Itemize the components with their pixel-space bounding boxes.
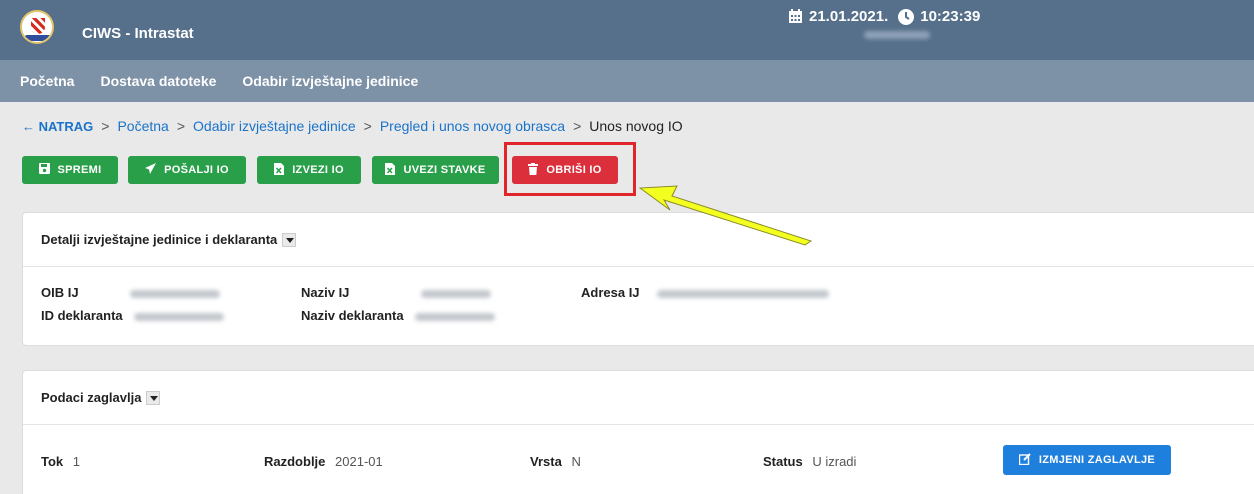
top-bar: CIWS - Intrastat 21.01.2021. 10:23:39 xyxy=(0,0,1254,60)
header-data-card-header[interactable]: Podaci zaglavlja xyxy=(23,371,1254,425)
back-link[interactable]: ← NATRAG xyxy=(22,119,93,134)
nav-item-odabir-ij[interactable]: Odabir izvještajne jedinice xyxy=(242,73,418,89)
details-card: Detalji izvještajne jedinice i deklarant… xyxy=(22,212,1254,346)
details-card-title: Detalji izvještajne jedinice i deklarant… xyxy=(41,232,278,247)
send-io-button[interactable]: POŠALJI IO xyxy=(128,156,246,184)
floppy-disk-icon xyxy=(38,163,50,177)
current-time: 10:23:39 xyxy=(920,8,981,25)
naziv-deklaranta-field: Naziv deklaranta xyxy=(301,308,496,323)
date-time: 21.01.2021. 10:23:39 xyxy=(788,8,980,25)
tok-label: Tok xyxy=(41,454,64,469)
naziv-ij-field: Naziv IJ xyxy=(301,285,492,300)
edit-header-button[interactable]: IZMJENI ZAGLAVLJE xyxy=(1003,445,1171,475)
import-items-label: UVEZI STAVKE xyxy=(403,164,486,176)
main-nav: Početna Dostava datoteke Odabir izvješta… xyxy=(0,60,1254,102)
vrsta-field: Vrsta N xyxy=(530,454,581,469)
clock-icon xyxy=(898,8,915,25)
save-label: SPREMI xyxy=(57,164,102,176)
breadcrumb-separator: > xyxy=(363,118,372,134)
paper-plane-icon xyxy=(145,163,157,177)
nav-item-pocetna[interactable]: Početna xyxy=(20,73,74,89)
caret-down-icon[interactable] xyxy=(146,390,161,405)
tok-value: 1 xyxy=(72,454,81,469)
edit-header-label: IZMJENI ZAGLAVLJE xyxy=(1038,454,1156,466)
current-date: 21.01.2021. xyxy=(809,8,889,25)
excel-file-icon xyxy=(385,162,396,178)
vrsta-value: N xyxy=(571,454,581,469)
adresa-ij-label: Adresa IJ xyxy=(581,285,640,300)
oib-field: OIB IJ xyxy=(41,285,221,300)
details-card-header[interactable]: Detalji izvještajne jedinice i deklarant… xyxy=(23,213,1254,267)
save-button[interactable]: SPREMI xyxy=(22,156,118,184)
id-deklaranta-value-redacted xyxy=(134,312,225,321)
app-title: CIWS - Intrastat xyxy=(82,25,194,42)
adresa-ij-value-redacted xyxy=(657,289,830,298)
highlight-box xyxy=(504,142,636,196)
status-label: Status xyxy=(763,454,803,469)
id-deklaranta-label: ID deklaranta xyxy=(41,308,123,323)
status-value: U izradi xyxy=(812,454,857,469)
breadcrumb-pocetna[interactable]: Početna xyxy=(117,118,168,134)
coat-of-arms-icon xyxy=(31,18,45,34)
breadcrumb-separator: > xyxy=(573,118,582,134)
naziv-ij-label: Naziv IJ xyxy=(301,285,350,300)
razdoblje-field: Razdoblje 2021-01 xyxy=(264,454,383,469)
id-deklaranta-field: ID deklaranta xyxy=(41,308,225,323)
header-data-card: Podaci zaglavlja Tok 1 Razdoblje 2021-01… xyxy=(22,370,1254,494)
breadcrumb-separator: > xyxy=(176,118,186,134)
vrsta-label: Vrsta xyxy=(530,454,562,469)
razdoblje-label: Razdoblje xyxy=(264,454,326,469)
calendar-icon xyxy=(788,9,803,24)
header-data-card-title: Podaci zaglavlja xyxy=(41,390,142,405)
breadcrumb-pregled[interactable]: Pregled i unos novog obrasca xyxy=(380,118,565,134)
export-io-button[interactable]: IZVEZI IO xyxy=(257,156,361,184)
oib-label: OIB IJ xyxy=(41,285,79,300)
import-items-button[interactable]: UVEZI STAVKE xyxy=(372,156,499,184)
croatian-customs-logo xyxy=(20,10,54,44)
naziv-ij-value-redacted xyxy=(421,289,492,298)
naziv-deklaranta-value-redacted xyxy=(415,312,496,321)
status-field: Status U izradi xyxy=(763,454,856,469)
caret-down-icon[interactable] xyxy=(282,232,297,247)
naziv-deklaranta-label: Naziv deklaranta xyxy=(301,308,404,323)
excel-file-icon xyxy=(274,162,285,178)
breadcrumb-separator: > xyxy=(101,118,110,134)
edit-icon xyxy=(1018,452,1031,468)
breadcrumb-current: Unos novog IO xyxy=(589,118,683,134)
oib-value-redacted xyxy=(130,289,221,298)
send-io-label: POŠALJI IO xyxy=(164,164,229,176)
razdoblje-value: 2021-01 xyxy=(335,454,383,469)
breadcrumb: ← NATRAG > Početna > Odabir izvještajne … xyxy=(22,118,683,134)
export-io-label: IZVEZI IO xyxy=(292,164,344,176)
tok-field: Tok 1 xyxy=(41,454,80,469)
logo-ribbon xyxy=(25,35,51,41)
adresa-ij-field: Adresa IJ xyxy=(581,285,830,300)
blurred-user-name xyxy=(864,31,930,39)
nav-item-dostava-datoteke[interactable]: Dostava datoteke xyxy=(100,73,216,89)
breadcrumb-odabir-ij[interactable]: Odabir izvještajne jedinice xyxy=(193,118,356,134)
